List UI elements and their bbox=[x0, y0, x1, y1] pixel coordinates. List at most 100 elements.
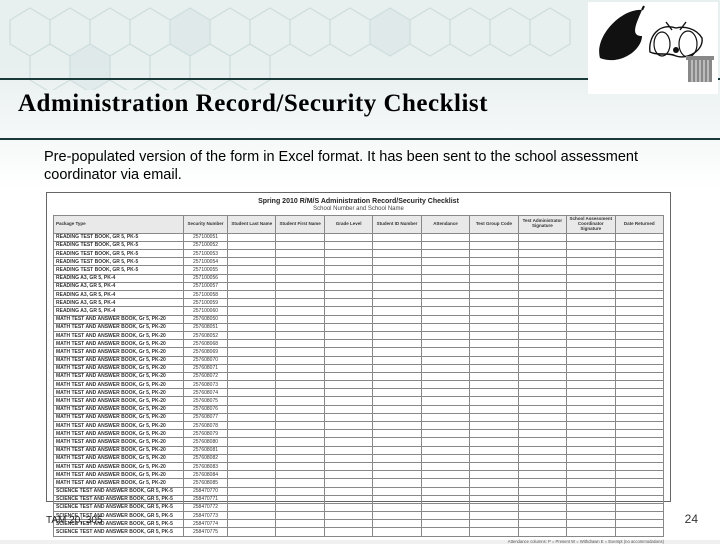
cell-empty bbox=[421, 233, 469, 241]
cell-empty bbox=[373, 340, 421, 348]
form-subheading: School Number and School Name bbox=[53, 206, 664, 212]
table-row: MATH TEST AND ANSWER BOOK, Gr 5, PK-2025… bbox=[54, 430, 664, 438]
cell-empty bbox=[324, 315, 372, 323]
cell-empty bbox=[615, 372, 664, 380]
cell-empty bbox=[324, 397, 372, 405]
cell-empty bbox=[421, 266, 469, 274]
cell-security-number: 257100055 bbox=[184, 266, 228, 274]
cell-empty bbox=[615, 291, 664, 299]
cell-empty bbox=[615, 471, 664, 479]
cell-empty bbox=[373, 495, 421, 503]
cell-security-number: 257608075 bbox=[184, 397, 228, 405]
cell-empty bbox=[276, 413, 324, 421]
cell-empty bbox=[276, 356, 324, 364]
cell-empty bbox=[324, 299, 372, 307]
cell-empty bbox=[470, 462, 518, 470]
table-row: READING TEST BOOK, GR 5, PK-5257100051 bbox=[54, 233, 664, 241]
cell-empty bbox=[518, 512, 566, 520]
col-attendance: Attendance bbox=[421, 215, 469, 233]
cell-package-type: READING A3, GR 5, PK-4 bbox=[54, 291, 184, 299]
cell-empty bbox=[567, 520, 615, 528]
cell-empty bbox=[421, 397, 469, 405]
cell-empty bbox=[228, 250, 276, 258]
cell-security-number: 258470770 bbox=[184, 487, 228, 495]
cell-security-number: 257100057 bbox=[184, 282, 228, 290]
cell-security-number: 257608076 bbox=[184, 405, 228, 413]
cell-empty bbox=[567, 430, 615, 438]
cell-empty bbox=[470, 299, 518, 307]
cell-empty bbox=[518, 487, 566, 495]
table-row: READING A3, GR 5, PK-4257100060 bbox=[54, 307, 664, 315]
table-row: READING A3, GR 5, PK-4257100059 bbox=[54, 299, 664, 307]
cell-empty bbox=[373, 233, 421, 241]
cell-empty bbox=[373, 430, 421, 438]
cell-empty bbox=[470, 528, 518, 536]
cell-empty bbox=[276, 266, 324, 274]
cell-empty bbox=[324, 471, 372, 479]
cell-security-number: 257100060 bbox=[184, 307, 228, 315]
attendance-legend: Attendance columns: P = Present W = With… bbox=[53, 537, 664, 544]
table-row: MATH TEST AND ANSWER BOOK, Gr 5, PK-2025… bbox=[54, 405, 664, 413]
cell-empty bbox=[276, 299, 324, 307]
cell-empty bbox=[276, 233, 324, 241]
cell-empty bbox=[228, 340, 276, 348]
cell-empty bbox=[276, 438, 324, 446]
cell-empty bbox=[567, 282, 615, 290]
cell-package-type: MATH TEST AND ANSWER BOOK, Gr 5, PK-20 bbox=[54, 331, 184, 339]
cell-empty bbox=[373, 413, 421, 421]
cell-empty bbox=[470, 487, 518, 495]
cell-empty bbox=[518, 348, 566, 356]
cell-empty bbox=[228, 520, 276, 528]
cell-empty bbox=[276, 454, 324, 462]
cell-empty bbox=[373, 422, 421, 430]
cell-empty bbox=[421, 299, 469, 307]
cell-empty bbox=[470, 323, 518, 331]
cell-empty bbox=[518, 528, 566, 536]
cell-empty bbox=[421, 356, 469, 364]
cell-empty bbox=[373, 364, 421, 372]
cell-empty bbox=[470, 258, 518, 266]
cell-empty bbox=[324, 381, 372, 389]
cell-security-number: 257608074 bbox=[184, 389, 228, 397]
table-header-row: Package Type Security Number Student Las… bbox=[54, 215, 664, 233]
cell-empty bbox=[470, 241, 518, 249]
cell-package-type: SCIENCE TEST AND ANSWER BOOK, GR 5, PK-5 bbox=[54, 528, 184, 536]
cell-empty bbox=[373, 438, 421, 446]
cell-empty bbox=[567, 364, 615, 372]
cell-empty bbox=[276, 381, 324, 389]
cell-package-type: MATH TEST AND ANSWER BOOK, Gr 5, PK-20 bbox=[54, 446, 184, 454]
cell-package-type: MATH TEST AND ANSWER BOOK, Gr 5, PK-20 bbox=[54, 389, 184, 397]
cell-empty bbox=[421, 348, 469, 356]
cell-empty bbox=[470, 282, 518, 290]
cell-empty bbox=[228, 471, 276, 479]
cell-empty bbox=[276, 331, 324, 339]
cell-empty bbox=[421, 413, 469, 421]
form-heading: Spring 2010 R/M/S Administration Record/… bbox=[53, 198, 664, 206]
table-row: MATH TEST AND ANSWER BOOK, Gr 5, PK-2025… bbox=[54, 446, 664, 454]
cell-security-number: 257100058 bbox=[184, 291, 228, 299]
cell-empty bbox=[324, 364, 372, 372]
cell-empty bbox=[567, 340, 615, 348]
cell-empty bbox=[615, 250, 664, 258]
table-row: MATH TEST AND ANSWER BOOK, Gr 5, PK-2025… bbox=[54, 372, 664, 380]
cell-package-type: MATH TEST AND ANSWER BOOK, Gr 5, PK-20 bbox=[54, 454, 184, 462]
cell-empty bbox=[421, 241, 469, 249]
col-first-name: Student First Name bbox=[276, 215, 324, 233]
cell-empty bbox=[567, 299, 615, 307]
cell-empty bbox=[567, 266, 615, 274]
cell-empty bbox=[373, 454, 421, 462]
cell-empty bbox=[615, 479, 664, 487]
cell-empty bbox=[470, 250, 518, 258]
table-row: MATH TEST AND ANSWER BOOK, Gr 5, PK-2025… bbox=[54, 356, 664, 364]
cell-empty bbox=[518, 389, 566, 397]
cell-empty bbox=[373, 323, 421, 331]
cell-empty bbox=[228, 331, 276, 339]
cell-security-number: 257608081 bbox=[184, 446, 228, 454]
cell-empty bbox=[324, 348, 372, 356]
cell-empty bbox=[276, 430, 324, 438]
cell-empty bbox=[228, 323, 276, 331]
cell-empty bbox=[615, 397, 664, 405]
cell-empty bbox=[228, 233, 276, 241]
cell-empty bbox=[518, 372, 566, 380]
cell-empty bbox=[567, 381, 615, 389]
